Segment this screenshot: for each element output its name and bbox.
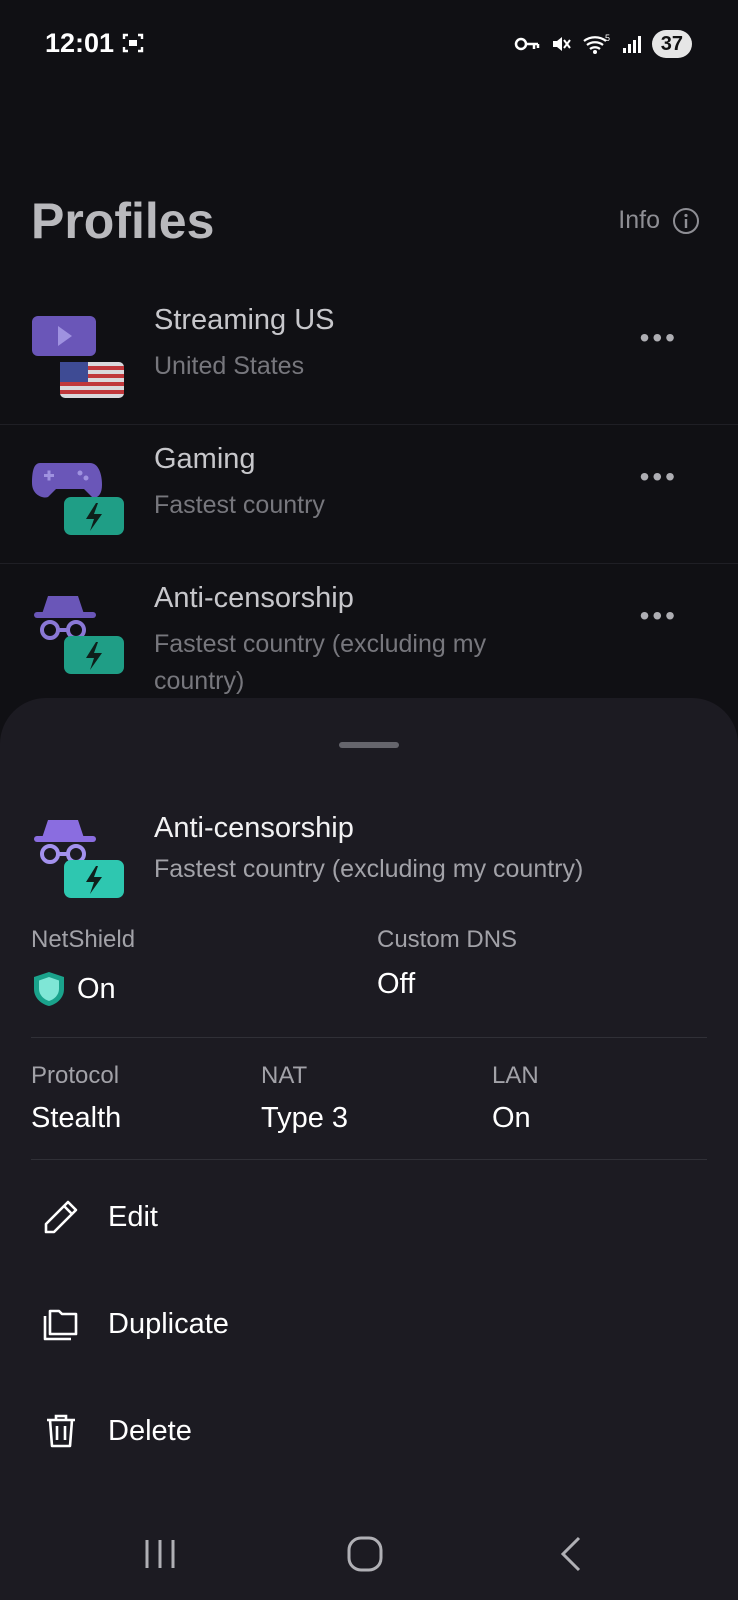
duplicate-button[interactable]: Duplicate — [40, 1303, 229, 1345]
more-options-icon[interactable]: ••• — [640, 461, 678, 493]
screen-record-icon — [122, 33, 144, 53]
profile-subtitle: United States — [154, 352, 305, 380]
status-time: 12:01 — [45, 28, 115, 58]
status-bar: 12:01 5 37 — [0, 0, 738, 90]
mute-icon — [552, 37, 571, 51]
profile-name: Gaming — [154, 443, 256, 475]
edit-button[interactable]: Edit — [40, 1196, 158, 1238]
divider — [31, 1159, 707, 1160]
profile-list: Streaming US United States ••• Gaming Fa… — [0, 286, 738, 703]
profile-item-gaming[interactable]: Gaming Fastest country ••• — [0, 425, 738, 564]
profile-name: Anti-censorship — [154, 582, 354, 614]
duplicate-label: Duplicate — [108, 1307, 229, 1340]
wifi-icon: 5 — [583, 33, 610, 54]
info-button[interactable]: Info — [618, 206, 700, 235]
protocol-value: Stealth — [31, 1102, 122, 1134]
streaming-us-flag-icon — [32, 316, 124, 398]
gamepad-fastest-icon — [32, 463, 124, 535]
nat-value: Type 3 — [261, 1102, 349, 1134]
profile-name: Streaming US — [154, 304, 335, 336]
more-options-icon[interactable]: ••• — [640, 322, 678, 354]
page-title: Profiles — [31, 193, 215, 249]
navigation-bar — [0, 1512, 738, 1600]
nat-label: NAT — [261, 1062, 308, 1089]
vpn-key-icon — [514, 37, 539, 51]
profile-item-streaming-us[interactable]: Streaming US United States ••• — [0, 286, 738, 425]
protocol-label: Protocol — [31, 1062, 120, 1089]
home-icon[interactable] — [343, 1532, 387, 1576]
divider — [31, 1037, 707, 1038]
profile-subtitle: Fastest country (excluding my country) — [154, 630, 487, 695]
custom-dns-label: Custom DNS — [377, 926, 518, 953]
lan-value: On — [492, 1102, 531, 1134]
profile-details-sheet: Anti-censorship Fastest country (excludi… — [0, 698, 738, 1600]
trash-icon — [47, 1414, 75, 1448]
netshield-value: On — [31, 970, 116, 1008]
netshield-icon — [34, 972, 64, 1006]
spy-fastest-icon — [34, 596, 124, 674]
delete-label: Delete — [108, 1414, 192, 1447]
duplicate-folder-icon — [43, 1309, 78, 1341]
more-options-icon[interactable]: ••• — [640, 600, 678, 632]
info-label: Info — [618, 206, 660, 234]
custom-dns-value: Off — [377, 968, 416, 1000]
pencil-icon — [44, 1200, 78, 1234]
profile-item-anti-censorship[interactable]: Anti-censorship Fastest country (excludi… — [0, 564, 738, 703]
signal-icon — [622, 36, 641, 53]
sheet-profile-subtitle: Fastest country (excluding my country) — [154, 855, 584, 883]
delete-button[interactable]: Delete — [40, 1410, 192, 1452]
back-icon[interactable] — [551, 1532, 595, 1576]
battery-indicator: 37 — [651, 30, 692, 58]
netshield-status: On — [77, 972, 116, 1005]
profile-subtitle: Fastest country — [154, 491, 325, 519]
sheet-drag-handle[interactable] — [339, 742, 399, 748]
recent-apps-icon[interactable] — [138, 1532, 182, 1576]
lan-label: LAN — [492, 1062, 539, 1089]
info-icon — [673, 207, 699, 234]
sheet-profile-name: Anti-censorship — [154, 812, 354, 844]
edit-label: Edit — [108, 1200, 158, 1233]
svg-text:5: 5 — [605, 33, 610, 43]
spy-fastest-icon — [34, 820, 124, 898]
netshield-label: NetShield — [31, 926, 136, 953]
